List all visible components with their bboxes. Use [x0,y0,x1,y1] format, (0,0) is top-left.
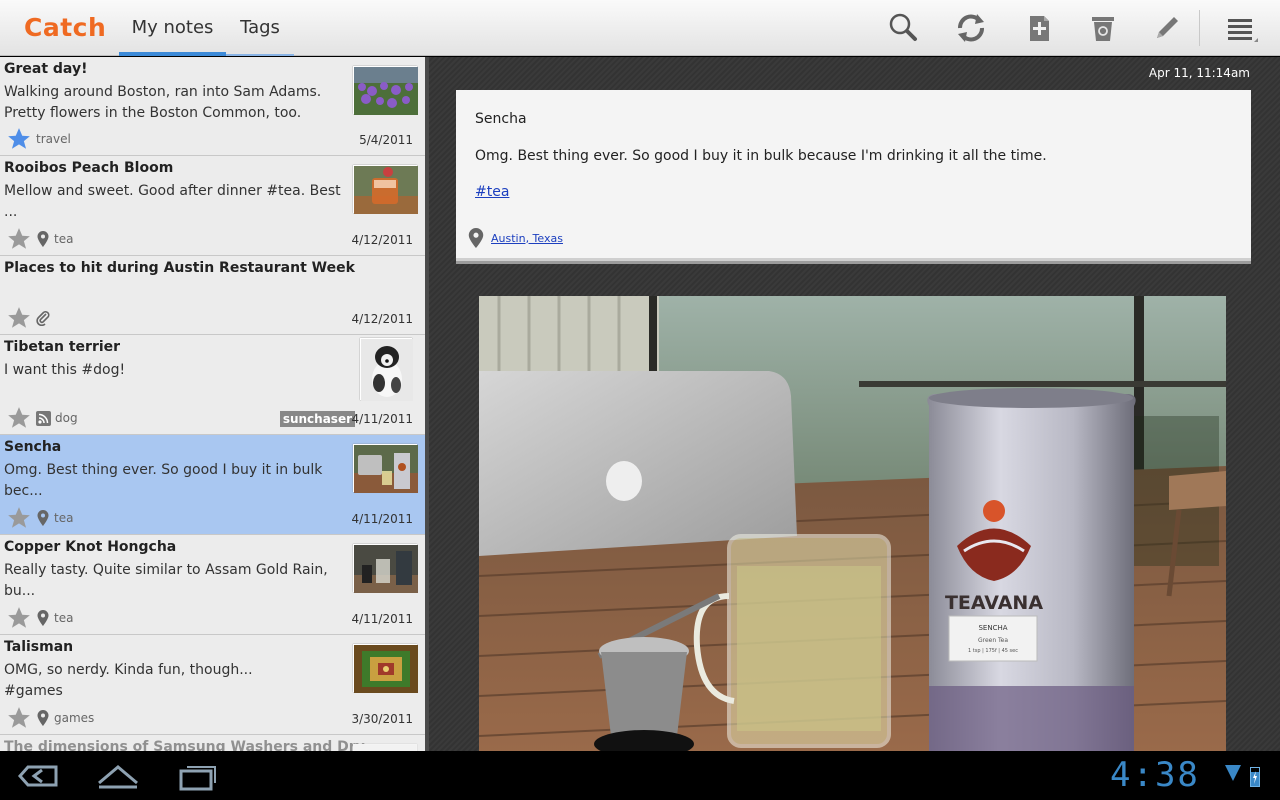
note-snippet: OMG, so nerdy. Kinda fun, though... #gam… [4,662,253,699]
note-snippet: Omg. Best thing ever. So good I buy it i… [4,462,323,499]
note-title: Tibetan terrier [4,339,121,355]
note-card[interactable]: Sencha Omg. Best thing ever. So good I b… [456,90,1251,258]
star-icon[interactable] [6,305,32,331]
star-icon[interactable] [6,505,32,531]
note-meta: dog [6,406,78,430]
note-snippet: Mellow and sweet. Good after dinner #tea… [4,183,341,220]
location-link[interactable]: Austin, Texas [491,232,563,245]
note-date: 4/11/2011 [351,612,413,626]
note-meta: tea [6,506,73,530]
edit-icon[interactable] [1147,8,1187,48]
note-title: Talisman [4,639,74,655]
search-icon[interactable] [883,8,923,48]
location-pin-icon [468,228,484,248]
note-title: Places to hit during Austin Restaurant W… [4,260,355,276]
photo-measure-text: 1 tsp | 175f | 45 sec [968,648,1018,654]
star-icon[interactable] [6,405,32,431]
note-date: 4/11/2011 [351,412,413,426]
action-bar: Catch My notes Tags [0,0,1280,56]
note-tag: tea [54,511,74,525]
photo-product-text: SENCHA [978,624,1007,632]
attachment-icon [36,310,50,326]
note-title: Copper Knot Hongcha [4,539,177,555]
home-icon[interactable] [93,759,143,793]
tab-tags[interactable]: Tags [226,0,294,56]
location-pin-icon [36,610,50,626]
note-thumbnail [353,744,417,751]
note-location[interactable]: Austin, Texas [468,228,563,248]
note-title: Sencha [4,439,62,455]
note-snippet: I want this #dog! [4,362,126,378]
note-tag: tea [54,232,74,246]
location-pin-icon [36,510,50,526]
note-item-tibetan-terrier[interactable]: Tibetan terrier I want this #dog! dog su… [0,335,425,435]
note-thumbnail [353,66,418,115]
note-title: Rooibos Peach Bloom [4,160,174,176]
delete-icon[interactable] [1083,8,1123,48]
back-icon[interactable] [12,759,62,793]
photo-sub-text: Green Tea [978,637,1008,644]
sync-icon[interactable] [951,8,991,48]
note-item-austin-restaurant-week[interactable]: Places to hit during Austin Restaurant W… [0,256,425,335]
note-tag: games [54,711,95,725]
note-meta: tea [6,606,73,630]
note-tag: travel [36,132,71,146]
note-tag: dog [55,411,78,425]
note-thumbnail [360,338,413,401]
toolbar-divider [1199,10,1200,46]
note-detail-tag-link[interactable]: #tea [475,184,509,200]
note-detail-pane: Apr 11, 11:14am Sencha Omg. Best thing e… [429,57,1280,751]
note-date: 4/11/2011 [351,512,413,526]
note-thumbnail [353,444,418,493]
note-detail-body: Omg. Best thing ever. So good I buy it i… [475,148,1047,164]
note-item-talisman[interactable]: Talisman OMG, so nerdy. Kinda fun, thoug… [0,635,425,735]
rss-feed-icon [36,410,51,426]
note-item-rooibos[interactable]: Rooibos Peach Bloom Mellow and sweet. Go… [0,156,425,256]
signal-icon [1225,765,1241,781]
note-tag: tea [54,611,74,625]
star-icon[interactable] [6,226,32,252]
note-thumbnail [353,644,418,693]
note-photo[interactable]: TEAVANA SENCHA Green Tea 1 tsp | 175f | … [479,296,1226,751]
note-meta [6,306,50,330]
note-date: 3/30/2011 [351,712,413,726]
recent-apps-icon[interactable] [173,759,223,793]
note-item-copper-knot[interactable]: Copper Knot Hongcha Really tasty. Quite … [0,535,425,635]
photo-brand-text: TEAVANA [945,592,1043,614]
note-item-great-day[interactable]: Great day! Walking around Boston, ran in… [0,57,425,156]
notes-list[interactable]: Great day! Walking around Boston, ran in… [0,57,425,751]
note-date: 4/12/2011 [351,312,413,326]
note-date: 4/12/2011 [351,233,413,247]
location-pin-icon [36,710,50,726]
note-item-samsung-washers[interactable]: The dimensions of Samsung Washers and Dr… [0,735,425,751]
overflow-menu-icon[interactable] [1220,8,1260,48]
note-snippet: Walking around Boston, ran into Sam Adam… [4,84,322,121]
star-icon[interactable] [6,705,32,731]
note-date: 5/4/2011 [359,133,413,147]
note-thumbnail [353,165,418,214]
note-snippet: Really tasty. Quite similar to Assam Gol… [4,562,328,599]
app-logo[interactable]: Catch [24,13,106,42]
note-thumbnail [353,544,418,593]
note-meta: tea [6,227,73,251]
note-item-sencha[interactable]: Sencha Omg. Best thing ever. So good I b… [0,435,425,535]
system-clock[interactable]: 4:38 [1110,755,1200,795]
battery-icon [1250,767,1260,787]
note-title: Great day! [4,61,88,77]
note-meta: travel [6,127,71,151]
note-detail-title: Sencha [475,111,527,127]
star-icon[interactable] [6,605,32,631]
location-pin-icon [36,231,50,247]
note-meta: games [6,706,94,730]
note-timestamp: Apr 11, 11:14am [1148,66,1250,80]
note-title: The dimensions of Samsung Washers and Dr… [4,739,380,751]
new-note-icon[interactable] [1019,8,1059,48]
system-nav-bar: 4:38 [0,751,1280,800]
star-icon[interactable] [6,126,32,152]
source-badge: sunchaser [279,411,355,427]
tab-my-notes[interactable]: My notes [119,0,226,56]
